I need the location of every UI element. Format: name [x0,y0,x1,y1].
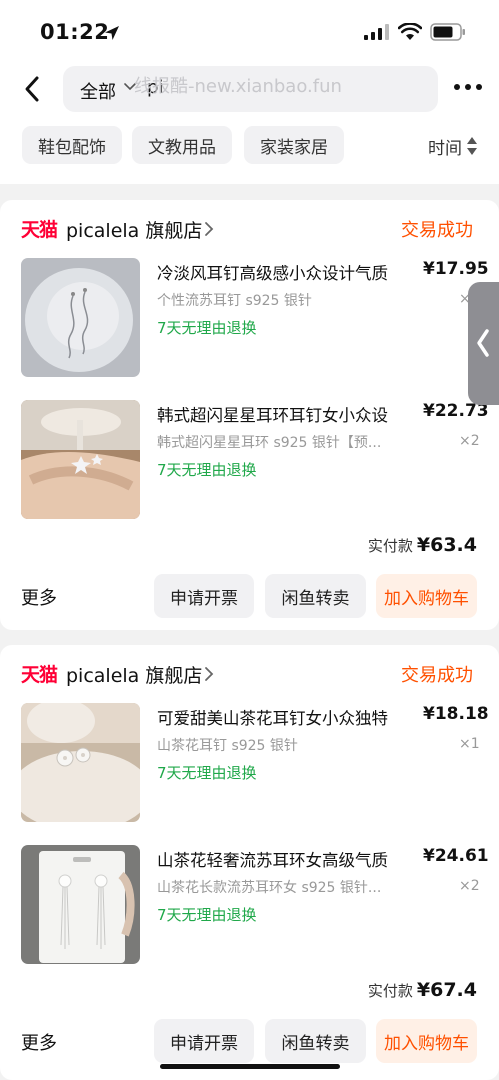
return-policy: 7天无理由退换 [157,906,257,924]
sort-by-time[interactable]: 时间 [428,134,462,159]
product-title[interactable]: 韩式超闪星星耳环耳钉女小众设 [157,402,409,426]
product-sku: 个性流苏耳钉 s925 银针 [157,293,312,309]
filter-chip-home[interactable]: 家装家居 [244,126,344,164]
product-price: ¥18.18 [423,704,489,724]
product-price: ¥24.61 [423,846,489,866]
xianyu-resell-button[interactable]: 闲鱼转卖 [265,574,366,618]
shop-header[interactable]: 天猫 picalela 旗舰店 交易成功 [0,214,499,244]
product-quantity: ×1 [459,736,480,752]
filter-bar: 鞋包配饰 文教用品 家装家居 时间 [0,122,499,184]
shop-name[interactable]: picalela 旗舰店 [66,216,202,243]
order-status: 交易成功 [401,220,473,241]
home-indicator [160,1064,340,1069]
more-button[interactable]: 更多 [21,584,57,610]
back-arrow-icon[interactable] [18,72,48,106]
search-scope-selector[interactable]: 全部 [80,78,116,104]
side-drawer-handle[interactable] [468,282,499,405]
order-item[interactable]: 山茶花轻奢流苏耳环女高级气质 ¥24.61 山茶花长款流苏耳环女 s925 银针… [0,845,499,965]
filter-chip-shoes-bags[interactable]: 鞋包配饰 [22,126,122,164]
paid-total: 实付款 ¥63.4 [368,534,477,560]
product-quantity: ×2 [459,878,480,894]
product-sku: 韩式超闪星星耳环 s925 银针【预... [157,435,382,451]
order-item[interactable]: 可爱甜美山茶花耳钉女小众独特 ¥18.18 山茶花耳钉 s925 银针 ×1 7… [0,703,499,823]
order-status: 交易成功 [401,665,473,686]
order-card[interactable]: 天猫 picalela 旗舰店 交易成功 可爱甜美山茶花耳钉女小众独特 ¥18.… [0,645,499,1080]
tmall-logo: 天猫 [21,664,58,686]
order-card[interactable]: 天猫 picalela 旗舰店 交易成功 冷淡风耳钉高级感小众设计气质 ¥17.… [0,200,499,630]
request-invoice-button[interactable]: 申请开票 [154,1019,254,1063]
status-bar: 01:22 [0,0,499,62]
paid-amount: ¥63.4 [416,534,477,556]
paid-total: 实付款 ¥67.4 [368,979,477,1005]
search-box[interactable]: 全部 pi 线报酷-new.xianbao.fun [63,66,438,112]
status-time: 01:22 [40,20,110,44]
order-item[interactable]: 韩式超闪星星耳环耳钉女小众设 ¥22.73 韩式超闪星星耳环 s925 银针【预… [0,400,499,520]
more-dots-icon[interactable] [452,84,484,94]
product-sku: 山茶花耳钉 s925 银针 [157,738,298,754]
paid-amount: ¥67.4 [416,979,477,1001]
product-sku: 山茶花长款流苏耳环女 s925 银针... [157,880,382,896]
xianyu-resell-button[interactable]: 闲鱼转卖 [265,1019,366,1063]
tmall-logo: 天猫 [21,219,58,241]
return-policy: 7天无理由退换 [157,764,257,782]
add-to-cart-button[interactable]: 加入购物车 [376,574,477,618]
battery-icon [430,23,465,41]
return-policy: 7天无理由退换 [157,319,257,337]
add-to-cart-button[interactable]: 加入购物车 [376,1019,477,1063]
shop-name[interactable]: picalela 旗舰店 [66,661,202,688]
chevron-right-icon[interactable] [204,221,214,237]
side-handle-chevron-icon [477,329,489,357]
filter-chip-stationery[interactable]: 文教用品 [132,126,232,164]
product-price: ¥17.95 [423,259,489,279]
nav-bar: 全部 pi 线报酷-new.xianbao.fun [0,62,499,122]
return-policy: 7天无理由退换 [157,461,257,479]
order-item[interactable]: 冷淡风耳钉高级感小众设计气质 ¥17.95 个性流苏耳钉 s925 银针 × 7… [0,258,499,378]
paid-label: 实付款 [367,537,413,555]
shop-header[interactable]: 天猫 picalela 旗舰店 交易成功 [0,659,499,689]
product-title[interactable]: 可爱甜美山茶花耳钉女小众独特 [157,705,409,729]
wifi-icon [398,23,422,40]
product-image[interactable] [21,703,140,822]
order-actions: 更多 申请开票 闲鱼转卖 加入购物车 [0,574,499,618]
sort-arrows-icon[interactable] [466,136,478,156]
watermark-text: 线报酷-new.xianbao.fun [134,76,342,97]
product-quantity: ×2 [459,433,480,449]
product-title[interactable]: 山茶花轻奢流苏耳环女高级气质 [157,847,409,871]
request-invoice-button[interactable]: 申请开票 [154,574,254,618]
product-image[interactable] [21,845,140,964]
signal-icon [364,24,389,40]
chevron-right-icon[interactable] [204,666,214,682]
paid-label: 实付款 [367,982,413,1000]
product-image[interactable] [21,400,140,519]
location-arrow-icon [105,26,119,40]
order-actions: 更多 申请开票 闲鱼转卖 加入购物车 [0,1019,499,1063]
more-button[interactable]: 更多 [21,1029,57,1055]
product-image[interactable] [21,258,140,377]
product-title[interactable]: 冷淡风耳钉高级感小众设计气质 [157,260,409,284]
